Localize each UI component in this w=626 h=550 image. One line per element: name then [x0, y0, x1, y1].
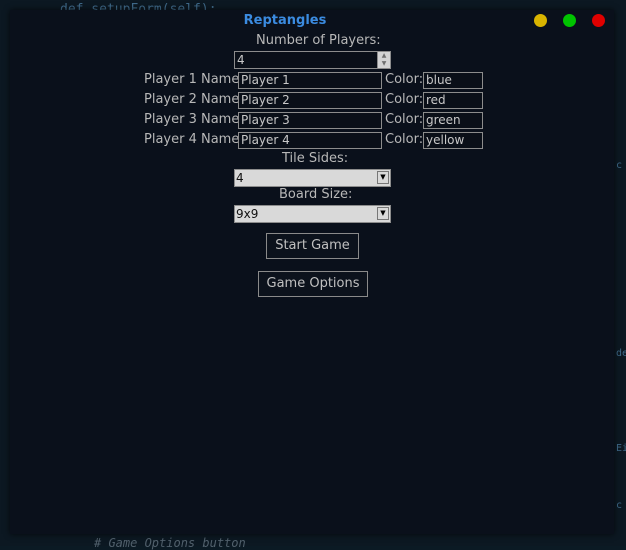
background-code-fragment: c	[616, 160, 623, 171]
player-1-name-label: Player 1 Name:	[144, 72, 244, 87]
board-size-select[interactable]: 9x9 ▼	[234, 205, 391, 223]
player-1-color-input[interactable]: blue	[423, 72, 483, 89]
player-1-color-label: Color:	[385, 72, 424, 87]
minimize-button[interactable]	[534, 14, 547, 27]
maximize-button[interactable]	[563, 14, 576, 27]
background-code-comment: # Game Options button	[94, 536, 246, 550]
player-2-name-input[interactable]: Player 2	[238, 92, 382, 109]
player-4-name-label: Player 4 Name:	[144, 132, 244, 147]
num-players-value: 4	[237, 53, 245, 67]
close-button[interactable]	[592, 14, 605, 27]
player-1-name-input[interactable]: Player 1	[238, 72, 382, 89]
tile-sides-select[interactable]: 4 ▼	[234, 169, 391, 187]
player-2-color-label: Color:	[385, 92, 424, 107]
spin-down-icon[interactable]: ▼	[378, 60, 390, 68]
tile-sides-value: 4	[236, 171, 244, 185]
player-4-name-input[interactable]: Player 4	[238, 132, 382, 149]
player-3-name-input[interactable]: Player 3	[238, 112, 382, 129]
board-size-value: 9x9	[236, 207, 259, 221]
player-2-color-input[interactable]: red	[423, 92, 483, 109]
player-3-color-input[interactable]: green	[423, 112, 483, 129]
tile-sides-label: Tile Sides:	[282, 151, 349, 166]
spinbox-arrows: ▲ ▼	[377, 52, 390, 68]
chevron-down-icon[interactable]: ▼	[377, 171, 389, 184]
background-code-fragment: Ei	[616, 443, 626, 454]
game-options-button[interactable]: Game Options	[258, 271, 368, 297]
chevron-down-icon[interactable]: ▼	[377, 207, 389, 220]
num-players-label: Number of Players:	[256, 33, 381, 48]
player-2-name-label: Player 2 Name:	[144, 92, 244, 107]
background-code-fragment: c	[616, 500, 623, 511]
player-4-color-label: Color:	[385, 132, 424, 147]
board-size-label: Board Size:	[279, 187, 353, 202]
spin-up-icon[interactable]: ▲	[378, 52, 390, 60]
app-window: Reptangles Number of Players: 4 ▲ ▼ Play…	[10, 10, 614, 534]
start-game-button[interactable]: Start Game	[266, 233, 359, 259]
player-3-name-label: Player 3 Name:	[144, 112, 244, 127]
player-3-color-label: Color:	[385, 112, 424, 127]
num-players-spinbox[interactable]: 4 ▲ ▼	[234, 51, 391, 69]
player-4-color-input[interactable]: yellow	[423, 132, 483, 149]
window-title: Reptangles	[243, 13, 327, 28]
background-code-fragment: de	[616, 348, 626, 359]
